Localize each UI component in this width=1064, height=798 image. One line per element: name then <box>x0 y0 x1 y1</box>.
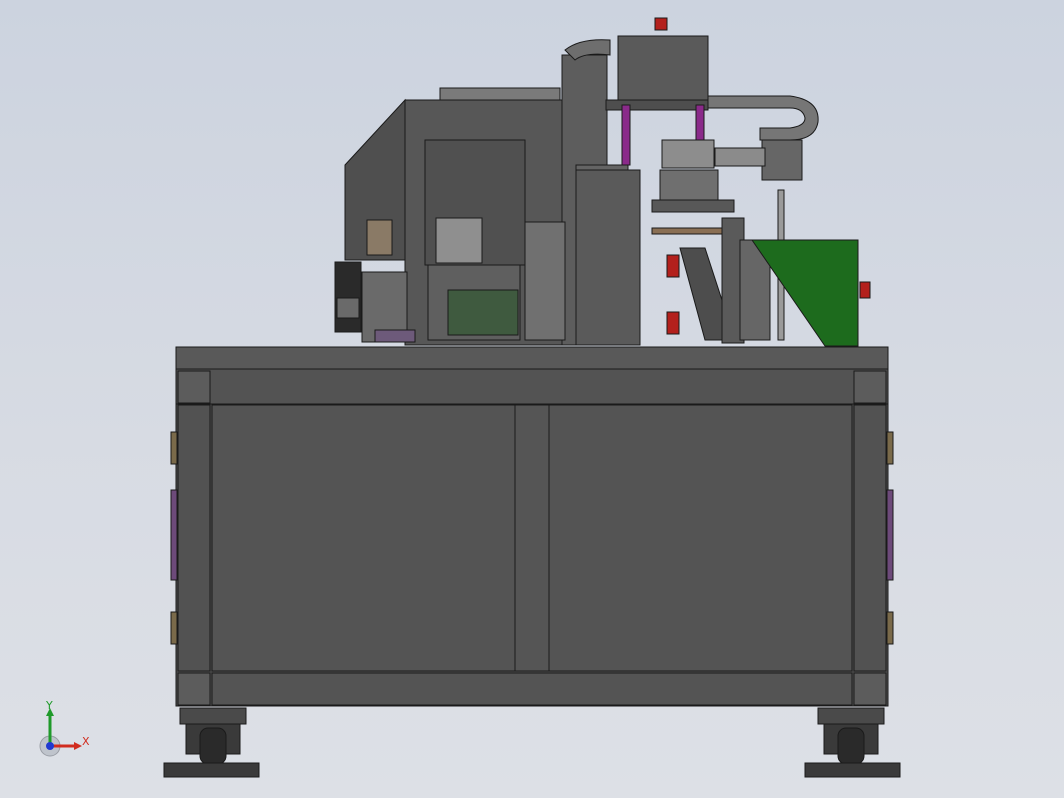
left-hinge-top <box>170 431 178 465</box>
z-axis-dot <box>46 742 54 750</box>
x-axis-arrowhead <box>74 742 82 750</box>
y-axis-label: Y <box>46 699 53 712</box>
gripper-base <box>659 169 719 201</box>
red-cylinder-bottom[interactable] <box>666 311 680 335</box>
side-slide <box>524 221 566 341</box>
column-side-plate <box>575 169 641 346</box>
cad-viewport[interactable] <box>0 0 1064 798</box>
machine-model[interactable] <box>163 17 901 778</box>
top-drag-chain <box>439 87 561 101</box>
center-mullion <box>514 404 550 672</box>
corner-block-tl <box>177 370 211 404</box>
copper-rail <box>651 227 728 235</box>
corner-block-tr <box>853 370 887 404</box>
gripper-head <box>661 139 715 169</box>
right-drag-chain <box>707 95 819 141</box>
right-hinge-bottom <box>886 611 894 645</box>
regulator-body <box>334 261 362 333</box>
left-hinge-bottom <box>170 611 178 645</box>
right-side-post <box>853 404 887 672</box>
red-stop-button[interactable] <box>654 17 668 31</box>
purple-rod-right <box>695 104 705 146</box>
purple-block <box>374 329 416 343</box>
right-handle[interactable] <box>886 489 894 581</box>
left-side-post <box>177 404 211 672</box>
light-module <box>435 217 483 264</box>
right-gripper-rods <box>714 147 766 167</box>
red-cylinder-top[interactable] <box>666 254 680 278</box>
x-axis-label: X <box>82 735 90 748</box>
corner-block-bl <box>177 672 211 706</box>
suction-plate <box>651 199 735 213</box>
left-handle[interactable] <box>170 489 178 581</box>
red-knob[interactable] <box>859 281 871 299</box>
purple-rod-left <box>621 104 631 166</box>
base-top-plate <box>175 346 889 370</box>
brown-block <box>366 219 393 256</box>
bottom-rail <box>211 672 853 706</box>
right-hinge-top <box>886 431 894 465</box>
motor-housing <box>617 35 709 103</box>
right-gripper-block <box>761 139 803 181</box>
green-pcb <box>447 289 519 336</box>
left-caster <box>163 707 260 778</box>
left-door[interactable] <box>211 404 516 672</box>
axis-triad: Y X <box>38 699 98 760</box>
regulator-gauge <box>336 297 360 319</box>
top-rail <box>175 368 889 405</box>
right-caster <box>804 707 901 778</box>
corner-block-br <box>853 672 887 706</box>
right-door[interactable] <box>548 404 853 672</box>
housing-base <box>605 99 709 111</box>
